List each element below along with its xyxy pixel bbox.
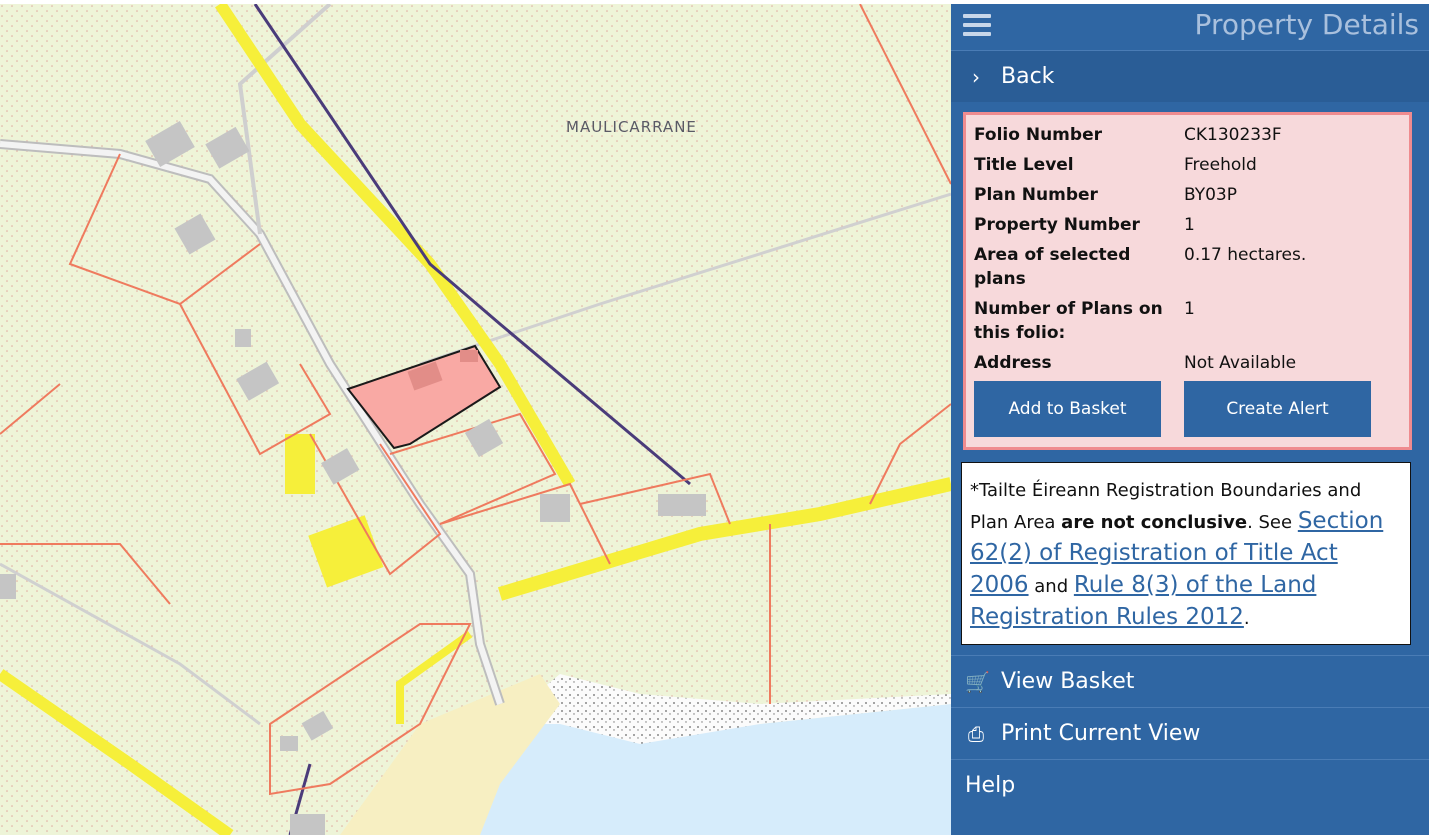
detail-row: Plan Number BY03P (974, 183, 1399, 207)
detail-row: Address Not Available (974, 351, 1399, 375)
add-to-basket-button[interactable]: Add to Basket (974, 381, 1161, 437)
view-basket-label: View Basket (1001, 669, 1135, 694)
note-and: and (1028, 576, 1074, 597)
back-button[interactable]: › Back (951, 50, 1429, 102)
menu-icon[interactable] (963, 14, 991, 38)
detail-label: Folio Number (974, 125, 1102, 145)
panel-title: Property Details (1194, 8, 1419, 41)
place-label: MAULICARRANE (566, 118, 697, 136)
panel-header: Property Details (951, 4, 1429, 50)
print-view-button[interactable]: ⎙ Print Current View (951, 707, 1429, 759)
print-view-label: Print Current View (1001, 721, 1201, 746)
detail-value: Freehold (1184, 155, 1257, 175)
detail-value: Not Available (1184, 353, 1297, 373)
detail-label: Number of Plans on this folio: (974, 299, 1163, 343)
detail-actions: Add to Basket Create Alert (974, 381, 1399, 437)
detail-label: Property Number (974, 215, 1140, 235)
detail-label: Plan Number (974, 185, 1098, 205)
help-button[interactable]: Help (951, 759, 1429, 811)
detail-value: CK130233F (1184, 125, 1282, 145)
map-view[interactable]: MAULICARRANE (0, 4, 951, 835)
detail-label: Area of selected plans (974, 245, 1131, 289)
panel-menu: 🛒 View Basket ⎙ Print Current View Help (951, 655, 1429, 811)
detail-value: BY03P (1184, 185, 1238, 205)
create-alert-button[interactable]: Create Alert (1184, 381, 1371, 437)
property-details-card: Folio Number CK130233F Title Level Freeh… (963, 112, 1412, 450)
side-panel: Property Details › Back Folio Number CK1… (951, 4, 1429, 835)
help-label: Help (965, 773, 1016, 798)
detail-row: Folio Number CK130233F (974, 123, 1399, 147)
view-basket-button[interactable]: 🛒 View Basket (951, 655, 1429, 707)
chevron-right-icon: › (972, 64, 980, 89)
back-label: Back (1001, 64, 1055, 89)
disclaimer-note: *Tailte Éireann Registration Boundaries … (961, 462, 1411, 645)
detail-row: Number of Plans on this folio: 1 (974, 297, 1399, 345)
printer-icon: ⎙ (968, 721, 984, 746)
detail-label: Address (974, 353, 1052, 373)
note-bold: are not conclusive (1061, 512, 1248, 533)
detail-row: Property Number 1 (974, 213, 1399, 237)
detail-label: Title Level (974, 155, 1074, 175)
detail-value: 1 (1184, 215, 1195, 235)
detail-value: 0.17 hectares. (1184, 245, 1307, 265)
map-canvas[interactable] (0, 4, 951, 835)
detail-row: Title Level Freehold (974, 153, 1399, 177)
note-suffix: . (1243, 608, 1250, 629)
note-middle: . See (1247, 512, 1298, 533)
cart-icon: 🛒 (965, 669, 990, 694)
detail-value: 1 (1184, 299, 1195, 319)
detail-row: Area of selected plans 0.17 hectares. (974, 243, 1399, 291)
